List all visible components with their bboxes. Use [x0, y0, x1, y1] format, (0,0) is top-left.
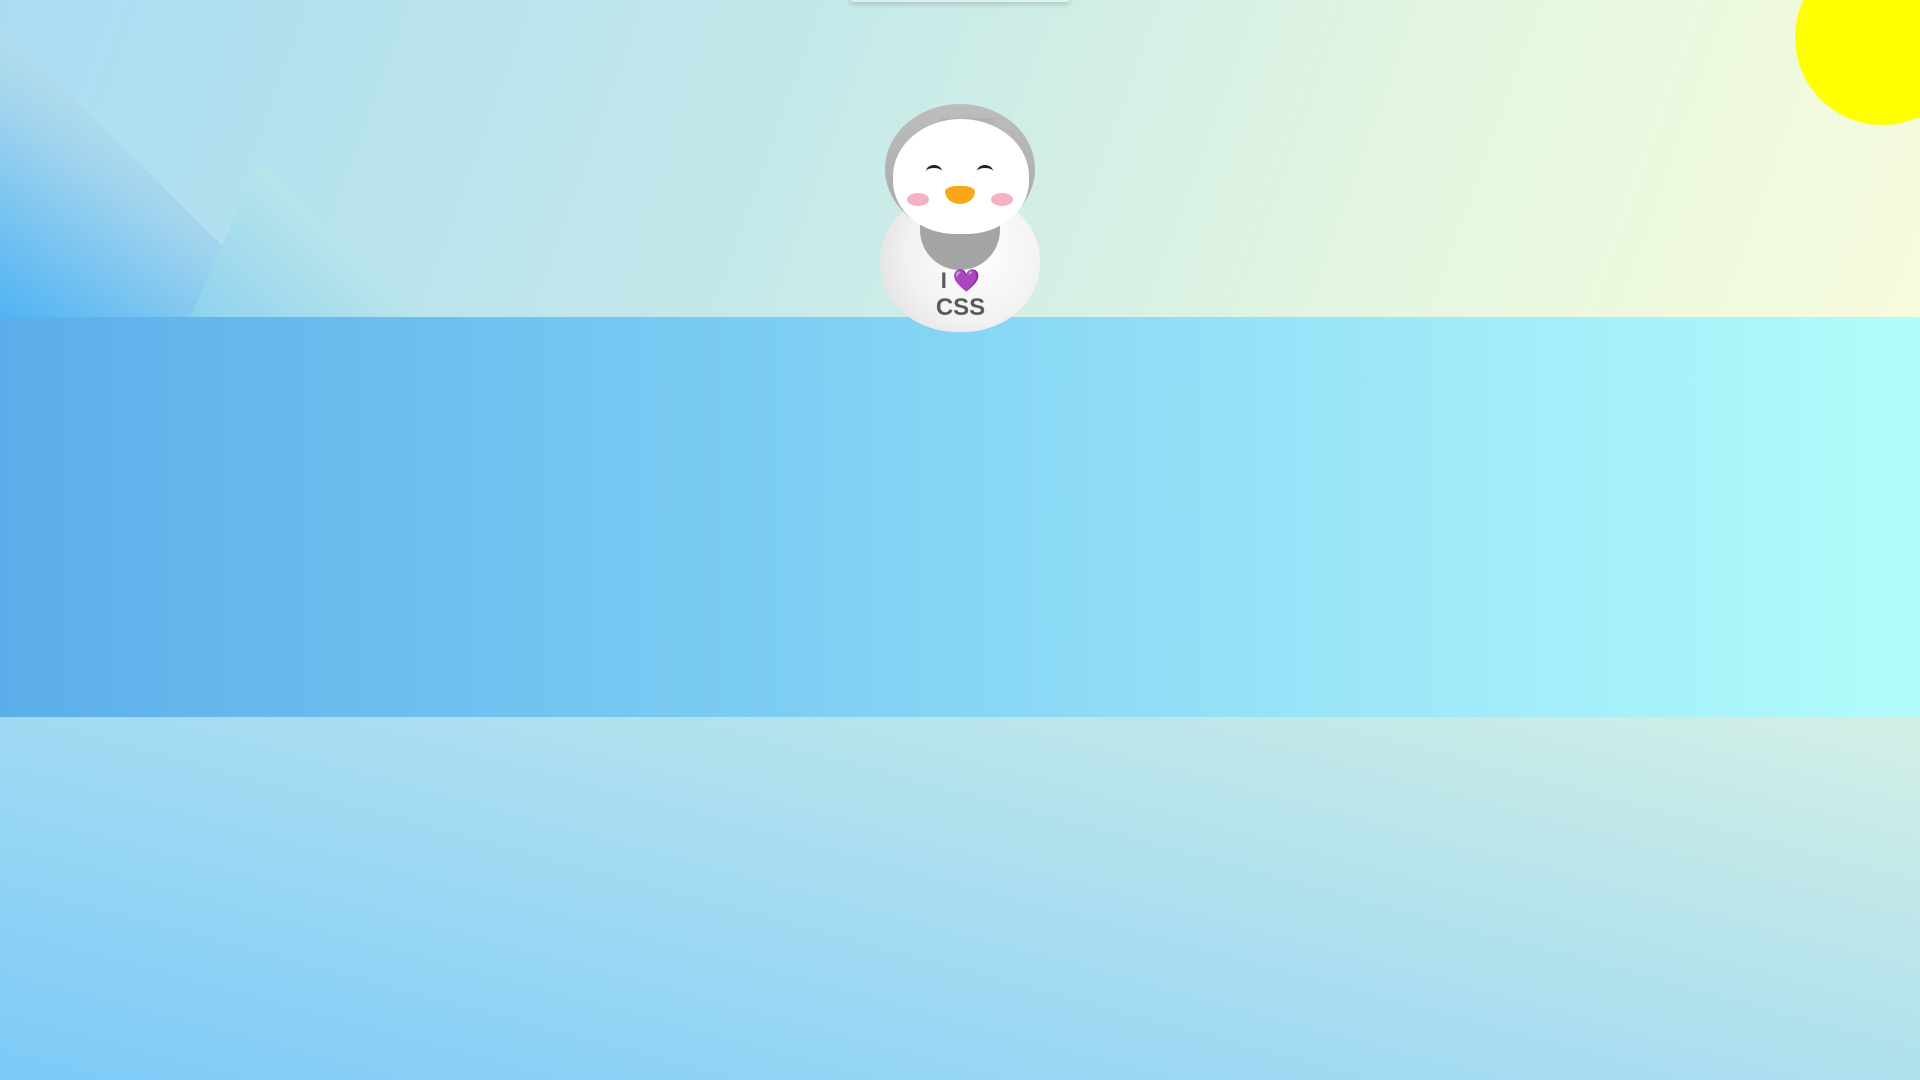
shirt-css-text: CSS [935, 294, 986, 321]
penguin: I 💜 CSS [878, 102, 1043, 332]
penguin-face [893, 119, 1029, 234]
penguin-right-eye [977, 165, 993, 178]
shirt-line-1: I 💜 [878, 268, 1043, 294]
penguin-left-eye [926, 165, 942, 178]
css-art-scene: I 💜 CSS [0, 0, 1920, 1080]
penguin-right-cheek [991, 193, 1013, 206]
water-band [0, 317, 1920, 717]
penguin-shirt-text: I 💜 CSS [878, 268, 1043, 322]
ice-ground [0, 717, 1920, 1080]
penguin-left-cheek [907, 193, 929, 206]
purple-heart-icon: 💜 [952, 268, 981, 293]
shirt-i-text: I [940, 268, 947, 293]
top-tab-shadow [850, 0, 1070, 2]
